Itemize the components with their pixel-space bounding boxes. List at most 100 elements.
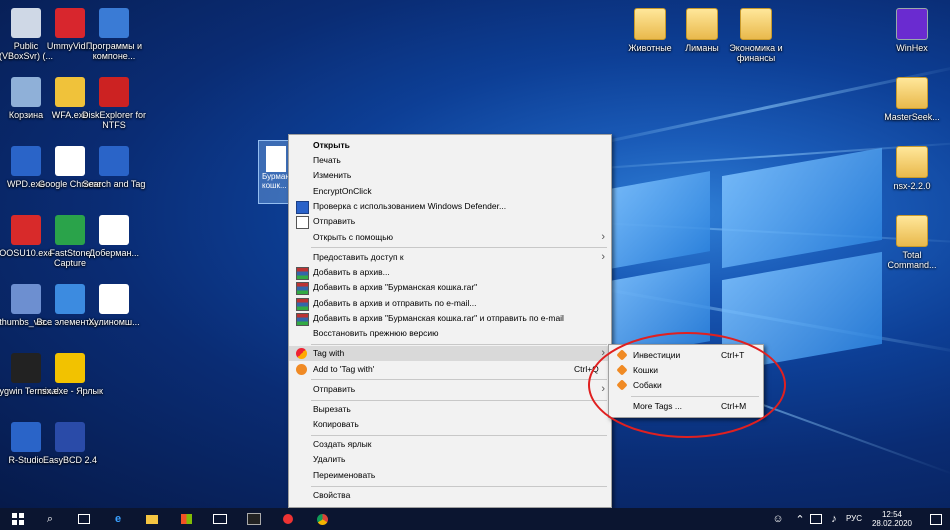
menu-properties[interactable]: Свойства [289, 488, 611, 503]
desktop-icon-easybcd[interactable]: EasyBCD 2.4 [36, 422, 104, 465]
notification-icon [930, 513, 942, 525]
desktop-icon-programs[interactable]: Программы и компоне... [80, 8, 148, 61]
desktop-icon-label: nsx.exe - Ярлык [37, 386, 103, 396]
desktop-icon-label: Search and Tag [82, 179, 146, 189]
menu-separator [311, 400, 607, 401]
winrar-icon [296, 313, 309, 326]
desktop-icon-masterseeker[interactable]: MasterSeek... [878, 77, 946, 122]
menu-rename[interactable]: Переименовать [289, 468, 611, 483]
folder-icon [740, 8, 772, 40]
task-view-button[interactable] [76, 511, 92, 527]
windows-start-icon [12, 513, 24, 525]
menu-share[interactable]: Отправить [289, 214, 611, 229]
taskbar: ⌕ e ☺ ⌃ ♪ РУС 12:54 28.02.2020 [0, 508, 950, 530]
menu-edit[interactable]: Изменить [289, 168, 611, 183]
menu-encrypt-on-click[interactable]: EncryptOnClick [289, 184, 611, 199]
desktop-icon-label: WinHex [896, 43, 928, 53]
folder-icon [686, 8, 718, 40]
tag-app-icon [283, 514, 293, 524]
add-tag-icon [296, 364, 307, 375]
search-button[interactable]: ⌕ [42, 511, 58, 527]
chrome-button[interactable] [314, 511, 330, 527]
winrar-icon [296, 267, 309, 280]
edge-icon: e [114, 513, 122, 525]
winrar-icon [296, 298, 309, 311]
menu-grant-access[interactable]: Предоставить доступ к › [289, 250, 611, 265]
menu-windows-defender[interactable]: Проверка с использованием Windows Defend… [289, 199, 611, 214]
tag-with-icon [296, 348, 307, 359]
context-menu: Открыть Печать Изменить EncryptOnClick П… [288, 134, 612, 508]
desktop-icon-label: Хулиномш... [88, 317, 140, 327]
volume-button[interactable]: ♪ [826, 511, 842, 527]
winrar-icon [296, 282, 309, 295]
menu-open-with[interactable]: Открыть с помощью › [289, 230, 611, 245]
clock-date: 28.02.2020 [871, 519, 912, 528]
menu-separator [311, 486, 607, 487]
desktop-icon-economics[interactable]: Экономика и финансы [722, 8, 790, 63]
folder-icon [146, 514, 158, 524]
desktop-icon-label: DiskExplorer for NTFS [81, 110, 146, 130]
chevron-right-icon: › [601, 231, 605, 243]
document-icon [99, 215, 129, 245]
edge-button[interactable]: e [110, 511, 126, 527]
menu-print[interactable]: Печать [289, 153, 611, 168]
store-icon [180, 514, 192, 524]
menu-restore-previous[interactable]: Восстановить прежнюю версию [289, 326, 611, 341]
store-button[interactable] [178, 511, 194, 527]
menu-add-archive[interactable]: Добавить в архив... [289, 265, 611, 280]
desktop-icon-searchtag[interactable]: Search and Tag [80, 146, 148, 189]
desktop-icon-huliganom[interactable]: Хулиномш... [80, 284, 148, 327]
notifications-button[interactable] [928, 511, 944, 527]
network-icon [810, 514, 822, 524]
people-button[interactable]: ☺ [770, 511, 786, 527]
menu-add-rar[interactable]: Добавить в архив "Бурманская кошка.rar" [289, 280, 611, 295]
menu-cut[interactable]: Вырезать [289, 402, 611, 417]
desktop-icon-label: Total Command... [887, 250, 937, 270]
menu-create-shortcut[interactable]: Создать ярлык [289, 437, 611, 452]
tray-up-button[interactable]: ⌃ [792, 511, 808, 527]
menu-delete[interactable]: Удалить [289, 452, 611, 467]
menu-send-to[interactable]: Отправить › [289, 382, 611, 397]
menu-tag-with[interactable]: Tag with › [289, 346, 611, 361]
terminal-button[interactable] [246, 511, 262, 527]
nsx-icon [55, 353, 85, 383]
desktop-icon-label: EasyBCD 2.4 [42, 455, 98, 465]
file-icon [266, 146, 286, 172]
menu-copy[interactable]: Копировать [289, 417, 611, 432]
folder-icon [896, 215, 928, 247]
clock[interactable]: 12:54 28.02.2020 [872, 510, 912, 528]
mail-button[interactable] [212, 511, 228, 527]
desktop-icon-diskexplorer[interactable]: DiskExplorer for NTFS [80, 77, 148, 130]
desktop-icon-winhex[interactable]: WinHex [878, 8, 946, 53]
menu-add-to-tag-with[interactable]: Add to 'Tag with' Ctrl+Q [289, 362, 611, 377]
start-button[interactable] [10, 511, 26, 527]
desktop-icon-label: nsx-2.2.0 [893, 181, 931, 191]
people-icon: ☺ [772, 513, 784, 525]
programs-icon [99, 8, 129, 38]
desktop-icon-label: Доберман... [89, 248, 139, 258]
chevron-right-icon: › [601, 251, 605, 263]
desktop-icon-doberman[interactable]: Доберман... [80, 215, 148, 258]
menu-open[interactable]: Открыть [289, 138, 611, 153]
menu-add-archive-email[interactable]: Добавить в архив и отправить по e-mail..… [289, 296, 611, 311]
language-indicator[interactable]: РУС [846, 514, 862, 523]
desktop-icon-nsx-shortcut[interactable]: nsx.exe - Ярлык [36, 353, 104, 396]
highlight-ellipse [588, 332, 786, 438]
search-tag-icon [99, 146, 129, 176]
app-button[interactable] [280, 511, 296, 527]
desktop-icon-label: Программы и компоне... [85, 41, 143, 61]
terminal-icon [247, 513, 261, 525]
task-view-icon [78, 514, 90, 524]
menu-separator [311, 379, 607, 380]
share-icon [296, 216, 309, 229]
folder-icon [896, 146, 928, 178]
explorer-button[interactable] [144, 511, 160, 527]
winhex-icon [896, 8, 928, 40]
disk-explorer-icon [99, 77, 129, 107]
clock-time: 12:54 [881, 510, 902, 519]
desktop-icon-label: MasterSeek... [884, 112, 940, 122]
menu-add-rar-email[interactable]: Добавить в архив "Бурманская кошка.rar" … [289, 311, 611, 326]
desktop-icon-totalcommander[interactable]: Total Command... [878, 215, 946, 270]
network-button[interactable] [808, 511, 824, 527]
desktop-icon-nsx220[interactable]: nsx-2.2.0 [878, 146, 946, 191]
